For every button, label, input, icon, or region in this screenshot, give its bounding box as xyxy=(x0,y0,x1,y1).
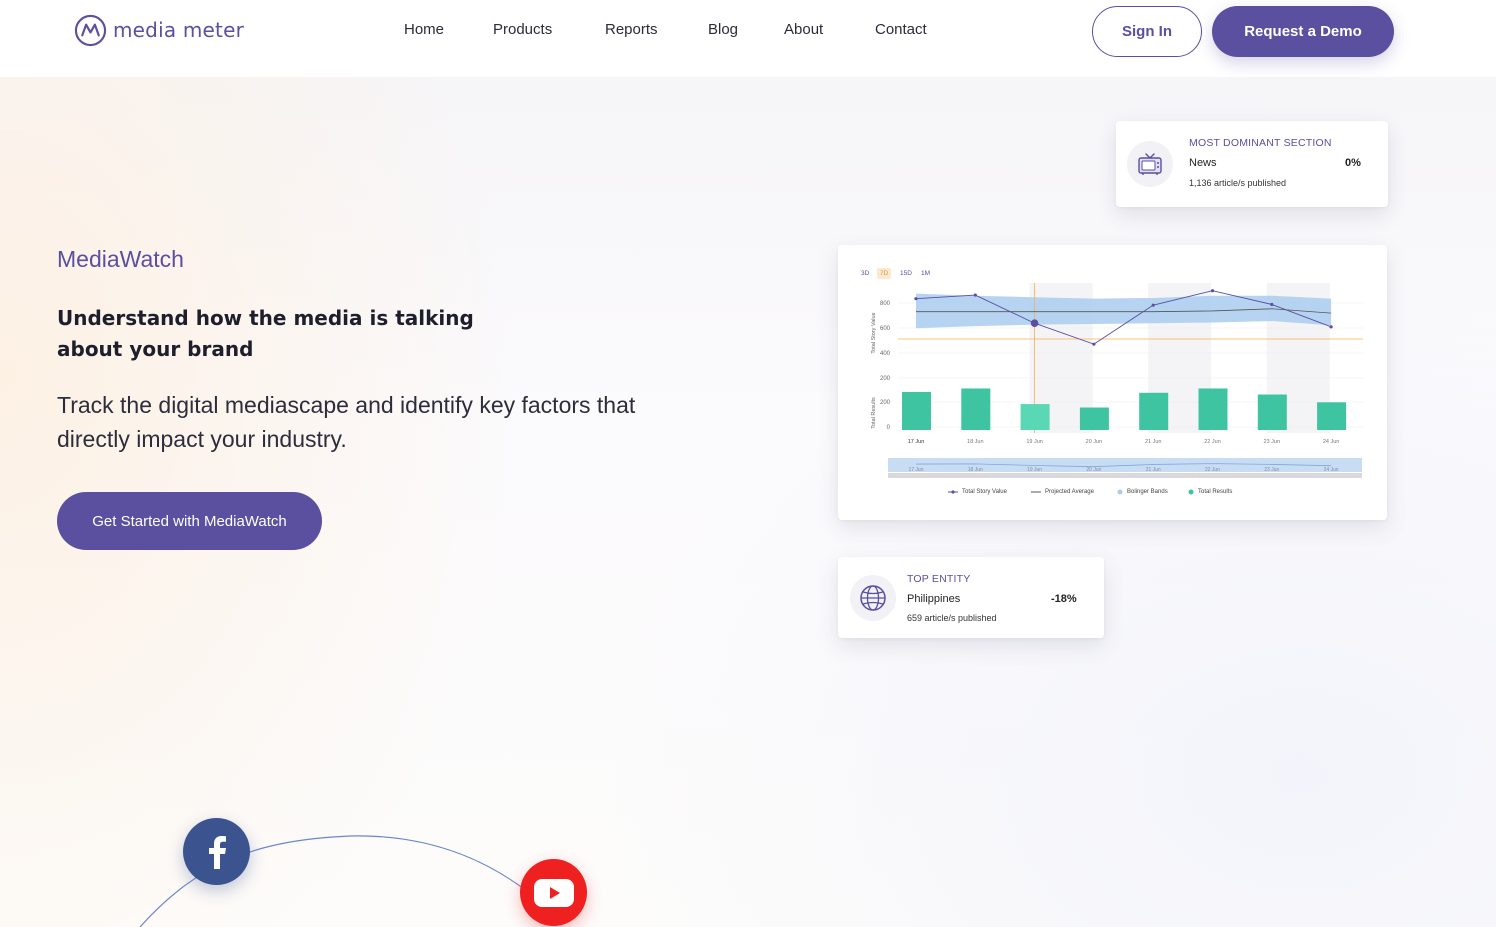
nav-about[interactable]: About xyxy=(784,21,823,38)
social-connector-arc xyxy=(139,835,561,927)
nav-blog[interactable]: Blog xyxy=(708,21,738,38)
logo[interactable]: media meter xyxy=(74,13,244,47)
logo-text: media meter xyxy=(113,18,245,42)
facebook-icon xyxy=(208,835,226,869)
request-demo-button[interactable]: Request a Demo xyxy=(1212,6,1394,57)
nav-contact[interactable]: Contact xyxy=(875,21,927,38)
logo-mark-icon xyxy=(74,14,107,46)
youtube-button[interactable] xyxy=(520,859,587,926)
site-header: media meter Home Products Reports Blog A… xyxy=(0,0,1496,77)
nav-reports[interactable]: Reports xyxy=(605,21,658,38)
nav-home[interactable]: Home xyxy=(404,21,444,38)
youtube-icon xyxy=(533,878,574,907)
facebook-button[interactable] xyxy=(183,818,250,885)
nav-products[interactable]: Products xyxy=(493,21,552,38)
sign-in-button[interactable]: Sign In xyxy=(1092,6,1202,57)
